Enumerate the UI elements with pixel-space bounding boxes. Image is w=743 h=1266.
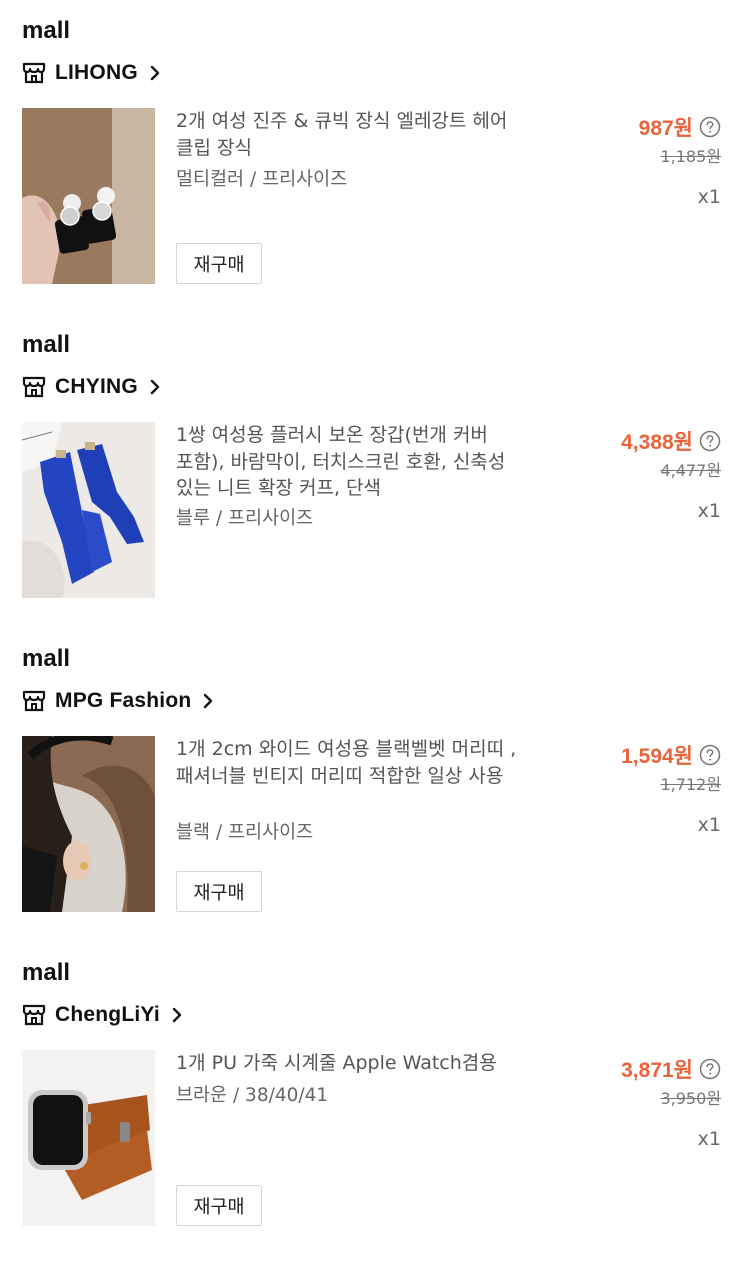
rebuy-button[interactable]: 재구매	[176, 243, 262, 284]
help-circle-icon[interactable]	[699, 1058, 721, 1080]
quantity: x1	[697, 500, 721, 522]
chevron-right-icon	[148, 379, 162, 395]
black-velvet-headband-image	[22, 736, 155, 912]
product-option: 브라운 / 38/40/41	[176, 1085, 329, 1106]
product-title[interactable]: 1개 2cm 와이드 여성용 블랙벨벳 머리띠 , 패셔너블 빈티지 머리띠 적…	[176, 736, 536, 789]
store-icon	[22, 62, 46, 84]
sale-price: 4,388원	[621, 431, 693, 454]
chevron-right-icon	[170, 1007, 184, 1023]
price-box: 3,871원 3,950원	[621, 1054, 721, 1110]
pearl-hair-clips-image	[22, 108, 155, 284]
shop-link[interactable]: LIHONG	[22, 58, 162, 88]
store-icon	[22, 690, 46, 712]
help-circle-icon[interactable]	[699, 744, 721, 766]
sale-price: 987원	[638, 117, 693, 140]
price-box: 1,594원 1,712원	[621, 740, 721, 796]
quantity: x1	[697, 1128, 721, 1150]
shop-link[interactable]: CHYING	[22, 372, 162, 402]
product-option: 블루 / 프리사이즈	[176, 508, 314, 529]
product-thumbnail[interactable]	[22, 1050, 155, 1226]
store-icon	[22, 1004, 46, 1026]
original-price: 3,950원	[660, 1089, 721, 1108]
rebuy-button[interactable]: 재구매	[176, 871, 262, 912]
shop-name: ChengLiYi	[55, 1003, 160, 1026]
sale-price: 1,594원	[621, 745, 693, 768]
shop-name: MPG Fashion	[55, 689, 192, 712]
price-box: 4,388원 4,477원	[621, 426, 721, 482]
blue-knit-gloves-image	[22, 422, 155, 598]
mall-label: mall	[22, 959, 71, 986]
store-icon	[22, 376, 46, 398]
mall-label: mall	[22, 331, 71, 358]
help-circle-icon[interactable]	[699, 430, 721, 452]
mall-label: mall	[22, 17, 71, 44]
product-title[interactable]: 1쌍 여성용 플러시 보온 장갑(번개 커버 포함), 바람막이, 터치스크린 …	[176, 422, 536, 502]
product-title[interactable]: 1개 PU 가죽 시계줄 Apple Watch겸용	[176, 1050, 536, 1077]
shop-name: CHYING	[55, 375, 138, 398]
product-thumbnail[interactable]	[22, 736, 155, 912]
product-option: 멀티컬러 / 프리사이즈	[176, 169, 348, 190]
product-thumbnail[interactable]	[22, 422, 155, 598]
rebuy-button[interactable]: 재구매	[176, 1185, 262, 1226]
mall-label: mall	[22, 645, 71, 672]
sale-price: 3,871원	[621, 1059, 693, 1082]
quantity: x1	[697, 186, 721, 208]
product-thumbnail[interactable]	[22, 108, 155, 284]
original-price: 1,712원	[660, 775, 721, 794]
original-price: 1,185원	[660, 147, 721, 166]
product-option: 블랙 / 프리사이즈	[176, 822, 314, 843]
product-title[interactable]: 2개 여성 진주 & 큐빅 장식 엘레강트 헤어 클립 장식	[176, 108, 536, 161]
original-price: 4,477원	[660, 461, 721, 480]
brown-leather-watch-band-image	[22, 1050, 155, 1226]
shop-link[interactable]: MPG Fashion	[22, 686, 215, 716]
chevron-right-icon	[201, 693, 215, 709]
help-circle-icon[interactable]	[699, 116, 721, 138]
shop-name: LIHONG	[55, 61, 138, 84]
price-box: 987원 1,185원	[639, 112, 721, 168]
chevron-right-icon	[148, 65, 162, 81]
shop-link[interactable]: ChengLiYi	[22, 1000, 184, 1030]
quantity: x1	[697, 814, 721, 836]
